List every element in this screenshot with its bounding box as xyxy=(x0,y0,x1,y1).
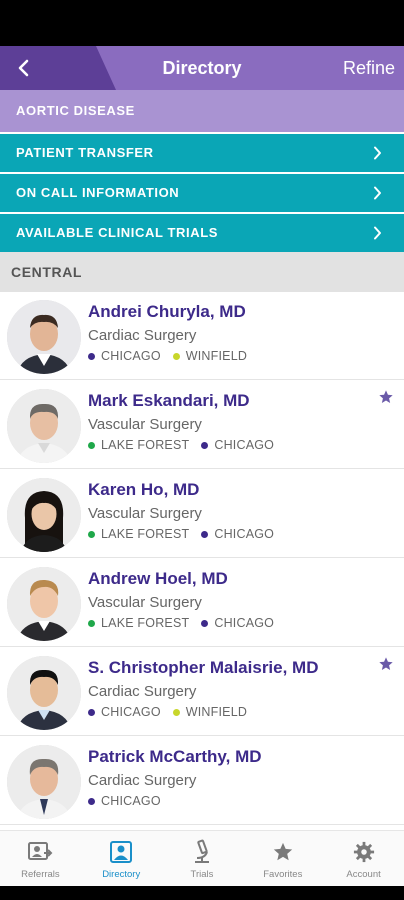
location-label: CHICAGO xyxy=(214,438,275,452)
location-dot-icon xyxy=(88,352,95,360)
favorite-star-icon[interactable] xyxy=(378,389,394,405)
location-dot-icon xyxy=(172,352,180,360)
location-label: LAKE FOREST xyxy=(101,438,190,452)
location-label: CHICAGO xyxy=(101,794,161,808)
doctor-specialty: Vascular Surgery xyxy=(88,416,202,433)
doctor-row[interactable]: Andrei Churyla, MD Cardiac Surgery CHICA… xyxy=(0,292,404,380)
doctor-locations: LAKE FOREST CHICAGO xyxy=(88,527,286,541)
doctor-locations: CHICAGO xyxy=(88,794,173,808)
bottom-tab-bar: Referrals Directory Trials Favorites Acc… xyxy=(0,830,404,886)
menu-item-clinical-trials[interactable]: AVAILABLE CLINICAL TRIALS xyxy=(0,214,404,252)
menu-item-label: AVAILABLE CLINICAL TRIALS xyxy=(16,225,219,240)
star-icon xyxy=(273,842,292,861)
menu-item-on-call-information[interactable]: ON CALL INFORMATION xyxy=(0,174,404,212)
doctor-row[interactable]: Andrew Hoel, MD Vascular Surgery LAKE FO… xyxy=(0,559,404,647)
tab-referrals[interactable]: Referrals xyxy=(0,831,81,886)
referral-icon xyxy=(28,842,53,860)
location-dot-icon xyxy=(88,619,95,627)
favorite-star-icon[interactable] xyxy=(378,656,394,672)
doctor-locations: CHICAGO WINFIELD xyxy=(88,705,259,719)
doctor-name: S. Christopher Malaisrie, MD xyxy=(88,658,319,677)
location-tag: WINFIELD xyxy=(172,705,248,719)
location-tag: CHICAGO xyxy=(201,616,274,630)
chevron-right-icon xyxy=(374,226,381,240)
chevron-right-icon xyxy=(374,186,381,200)
section-header-central: CENTRAL xyxy=(0,252,404,292)
tab-label: Account xyxy=(346,869,381,880)
location-tag: CHICAGO xyxy=(88,705,161,719)
doctor-name: Patrick McCarthy, MD xyxy=(88,747,262,766)
tab-directory[interactable]: Directory xyxy=(81,831,162,886)
doctor-locations: LAKE FOREST CHICAGO xyxy=(88,616,286,630)
system-nav-bar xyxy=(0,886,404,900)
location-tag: LAKE FOREST xyxy=(88,438,189,452)
location-tag: LAKE FOREST xyxy=(88,527,189,541)
doctor-name: Karen Ho, MD xyxy=(88,480,200,499)
avatar xyxy=(7,656,81,730)
doctor-locations: CHICAGO WINFIELD xyxy=(88,349,259,363)
location-label: LAKE FOREST xyxy=(101,616,190,630)
avatar xyxy=(7,745,81,819)
avatar xyxy=(7,300,81,374)
tab-label: Referrals xyxy=(21,869,60,880)
location-tag: CHICAGO xyxy=(201,527,274,541)
location-label: LAKE FOREST xyxy=(101,527,190,541)
tab-label: Directory xyxy=(102,869,141,880)
doctor-row[interactable]: S. Christopher Malaisrie, MD Cardiac Sur… xyxy=(0,648,404,736)
avatar xyxy=(7,567,81,641)
location-dot-icon xyxy=(88,708,95,716)
location-label: CHICAGO xyxy=(101,349,161,363)
doctor-name: Andrew Hoel, MD xyxy=(88,569,228,588)
tab-trials[interactable]: Trials xyxy=(162,831,243,886)
doctor-specialty: Cardiac Surgery xyxy=(88,772,197,789)
doctor-list: Andrei Churyla, MD Cardiac Surgery CHICA… xyxy=(0,292,404,830)
location-tag: WINFIELD xyxy=(172,349,248,363)
menu-item-label: ON CALL INFORMATION xyxy=(16,185,180,200)
refine-button[interactable]: Refine xyxy=(343,46,395,90)
location-tag: CHICAGO xyxy=(88,794,161,808)
location-dot-icon xyxy=(201,619,209,627)
doctor-row[interactable]: Karen Ho, MD Vascular Surgery LAKE FORES… xyxy=(0,470,404,558)
location-label: WINFIELD xyxy=(185,349,248,363)
doctor-specialty: Cardiac Surgery xyxy=(88,683,197,700)
location-dot-icon xyxy=(88,797,95,805)
avatar xyxy=(7,389,81,463)
tab-favorites[interactable]: Favorites xyxy=(242,831,323,886)
location-tag: CHICAGO xyxy=(88,349,161,363)
location-dot-icon xyxy=(88,530,95,538)
doctor-row[interactable]: Mark Eskandari, MD Vascular Surgery LAKE… xyxy=(0,381,404,469)
menu-item-label: PATIENT TRANSFER xyxy=(16,145,154,160)
menu-item-patient-transfer[interactable]: PATIENT TRANSFER xyxy=(0,134,404,172)
location-label: CHICAGO xyxy=(214,616,275,630)
location-tag: CHICAGO xyxy=(201,438,274,452)
doctor-name: Andrei Churyla, MD xyxy=(88,302,246,321)
app-header: Directory Refine xyxy=(0,46,404,90)
location-dot-icon xyxy=(201,530,209,538)
avatar xyxy=(7,478,81,552)
chevron-right-icon xyxy=(374,146,381,160)
location-label: WINFIELD xyxy=(185,705,248,719)
category-banner: AORTIC DISEASE xyxy=(0,90,404,132)
gear-icon xyxy=(353,841,374,863)
location-dot-icon xyxy=(88,441,95,449)
location-dot-icon xyxy=(172,708,180,716)
status-bar xyxy=(0,0,404,46)
location-dot-icon xyxy=(201,441,209,449)
doctor-row[interactable]: Patrick McCarthy, MD Cardiac Surgery CHI… xyxy=(0,737,404,825)
tab-account[interactable]: Account xyxy=(323,831,404,886)
microscope-icon xyxy=(194,839,209,863)
location-label: CHICAGO xyxy=(214,527,275,541)
tab-label: Favorites xyxy=(263,869,303,880)
tab-label: Trials xyxy=(190,869,214,880)
doctor-specialty: Vascular Surgery xyxy=(88,594,202,611)
location-label: CHICAGO xyxy=(101,705,161,719)
doctor-locations: LAKE FOREST CHICAGO xyxy=(88,438,286,452)
doctor-specialty: Vascular Surgery xyxy=(88,505,202,522)
directory-icon xyxy=(110,841,133,863)
doctor-specialty: Cardiac Surgery xyxy=(88,327,197,344)
doctor-name: Mark Eskandari, MD xyxy=(88,391,250,410)
location-tag: LAKE FOREST xyxy=(88,616,189,630)
